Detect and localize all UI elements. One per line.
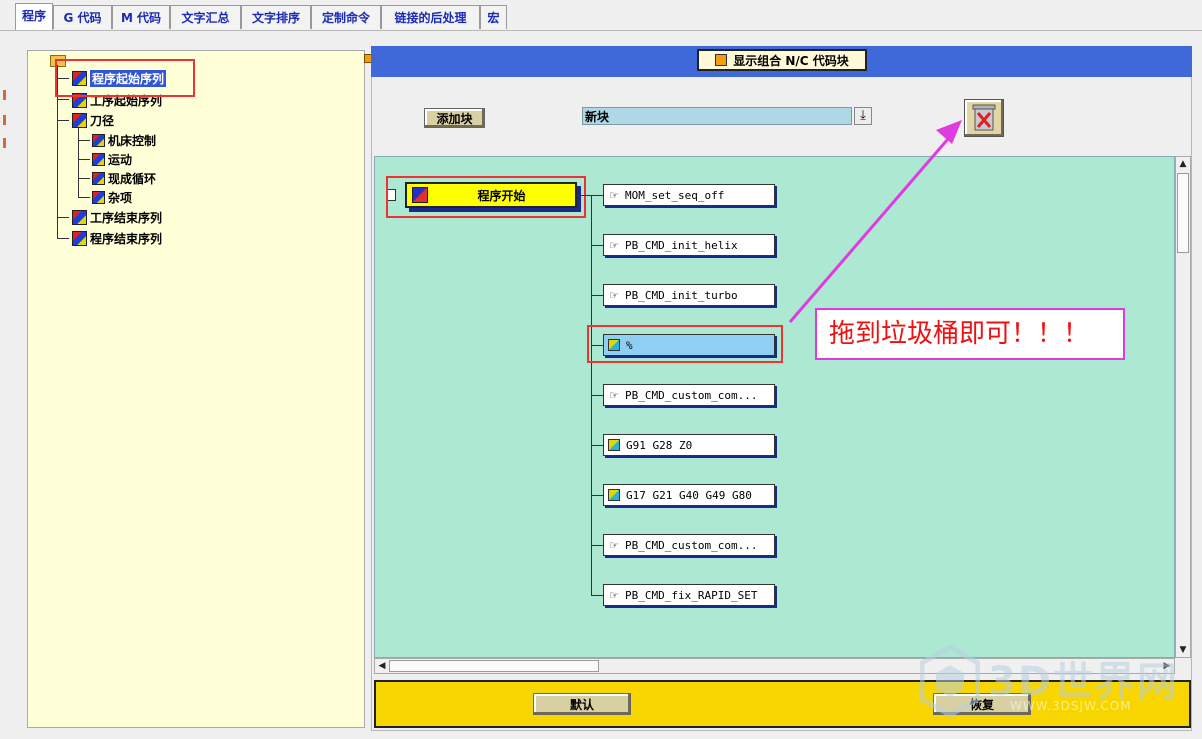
- annotation-callout: 拖到垃圾桶即可！！！: [815, 308, 1125, 360]
- watermark-logo-icon: [919, 644, 981, 718]
- watermark-url: WWW.3DSJW.COM: [1010, 699, 1132, 713]
- watermark: 3D世界网 WWW.3DSJW.COM: [919, 644, 1190, 720]
- drag-arrow-icon: [788, 120, 962, 323]
